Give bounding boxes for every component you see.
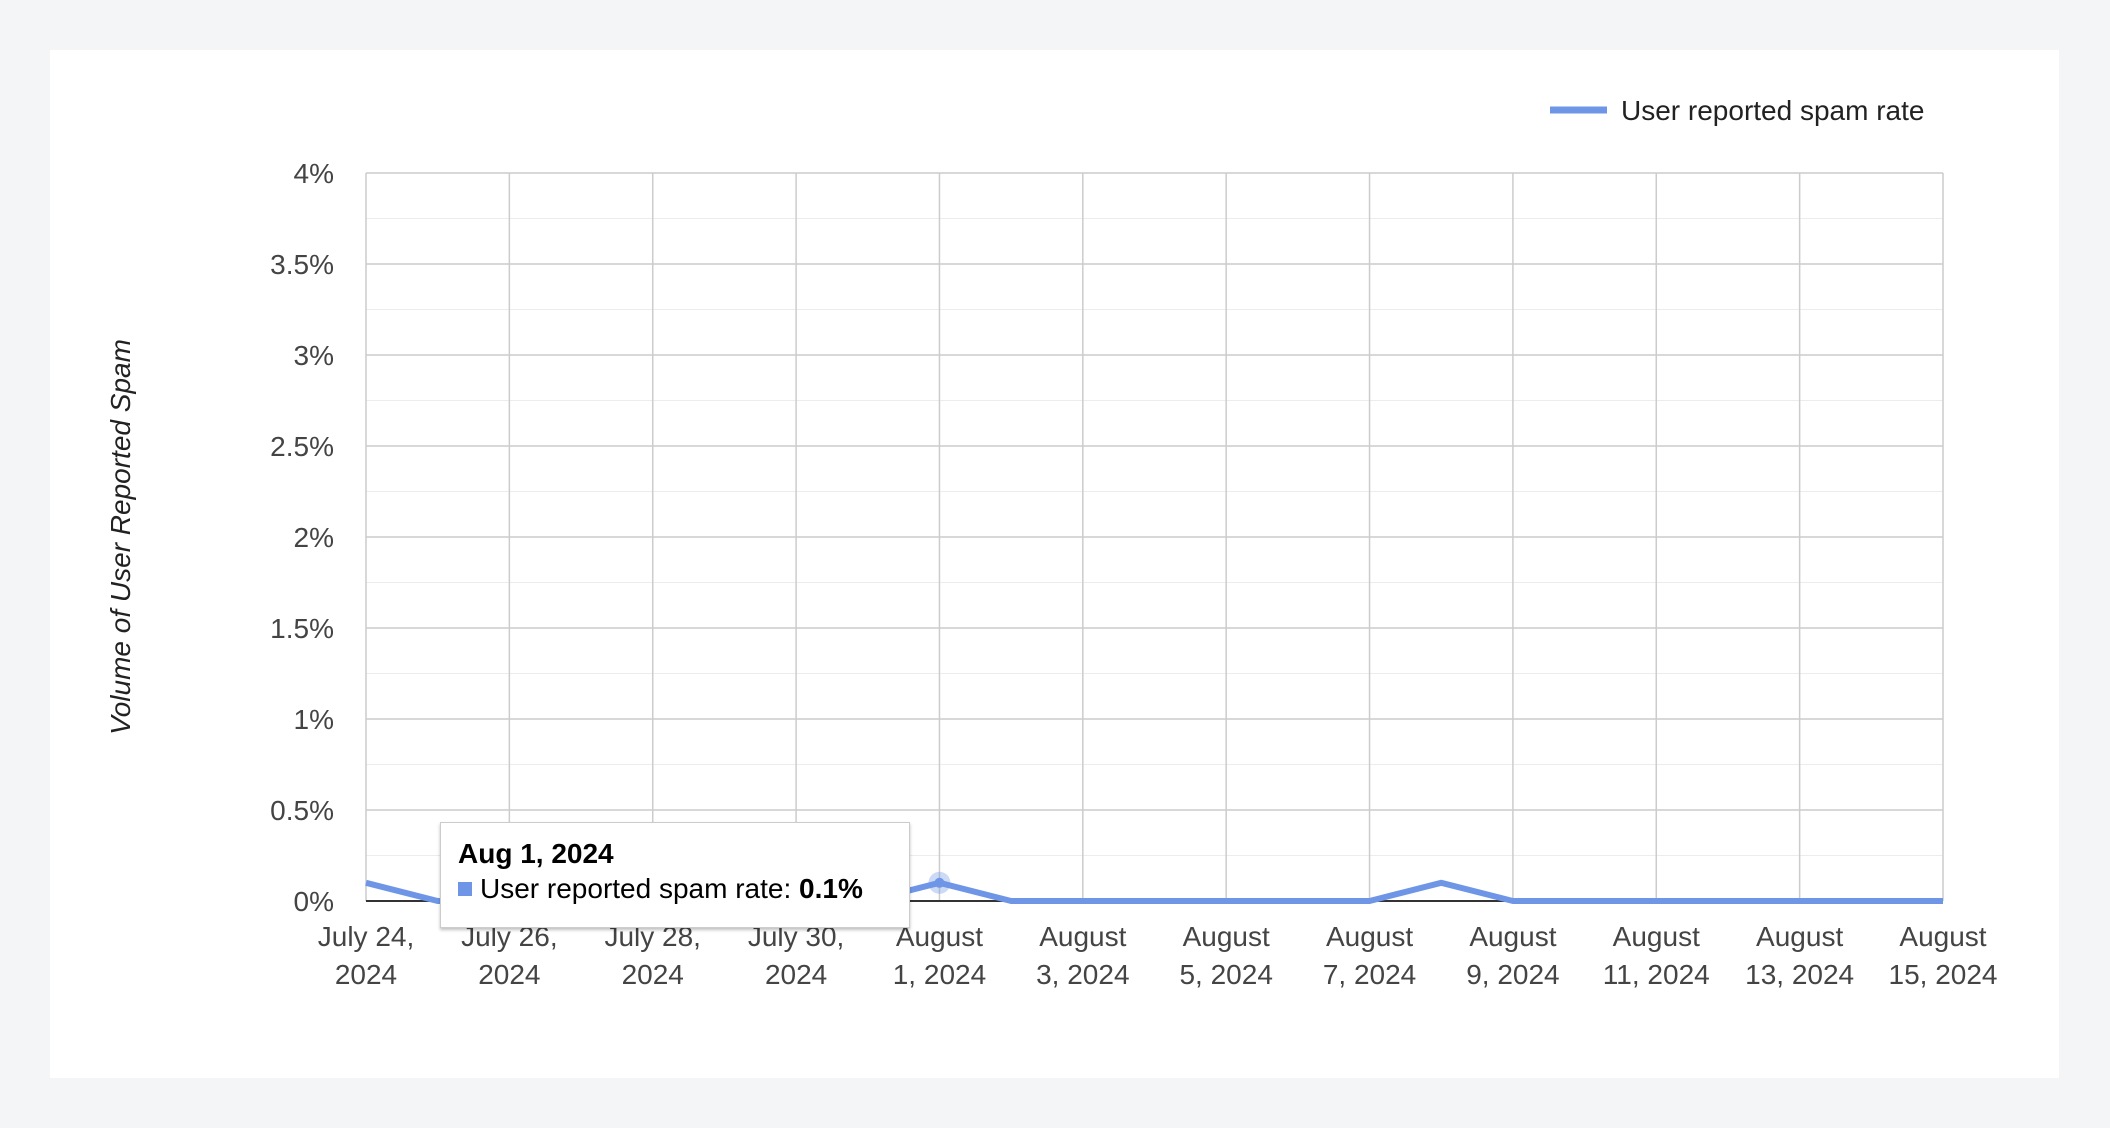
x-tick-label: August 13, 2024 (1745, 921, 1854, 990)
x-tick-label-line1: July 24, (318, 921, 415, 952)
x-tick-label: August 7, 2024 (1323, 921, 1416, 990)
grid (365, 172, 1944, 901)
x-tick-label-line2: 5, 2024 (1179, 959, 1272, 990)
tooltip-title: Aug 1, 2024 (458, 838, 614, 869)
legend-label: User reported spam rate (1621, 95, 1924, 126)
y-axis-title: Volume of User Reported Spam (105, 339, 136, 735)
spam-rate-line-chart: 0%0.5%1%1.5%2%2.5%3%3.5%4%July 24, 2024Ju… (105, 95, 1998, 990)
x-tick-label-line2: 1, 2024 (893, 959, 986, 990)
x-tick-label: August 11, 2024 (1603, 921, 1710, 990)
y-tick-label: 3.5% (270, 249, 334, 280)
x-tick-label-line1: August (1183, 921, 1270, 952)
x-tick-label-line2: 15, 2024 (1889, 959, 1998, 990)
x-tick-label-line2: 7, 2024 (1323, 959, 1416, 990)
legend: User reported spam rate (1550, 95, 1924, 126)
x-tick-label-line2: 2024 (765, 959, 827, 990)
y-tick-label: 0% (294, 886, 334, 917)
chart-card: 0% 0.5% 1% 1.5% 2% 2.5% 3% 3.5% 4% July 24, 2024 Ju… (50, 50, 2059, 1078)
chart-tooltip: Aug 1, 2024 User reported spam rate: 0.1… (440, 822, 910, 928)
axes: 0%0.5%1%1.5%2%2.5%3%3.5%4%July 24, 2024Ju… (105, 158, 1998, 990)
tooltip-series-value: 0.1% (799, 873, 863, 904)
y-tick-label: 2.5% (270, 431, 334, 462)
x-tick-label-line1: August (1899, 921, 1986, 952)
y-tick-label: 3% (294, 340, 334, 371)
highlight-point (934, 877, 945, 888)
y-tick-label: 4% (294, 158, 334, 189)
x-tick-label-line2: 11, 2024 (1603, 959, 1710, 990)
x-tick-label-line1: August (1039, 921, 1126, 952)
x-tick-label: August 9, 2024 (1466, 921, 1559, 990)
x-tick-label: August 5, 2024 (1179, 921, 1272, 990)
y-tick-label: 1% (294, 704, 334, 735)
tooltip-series-swatch (458, 882, 472, 896)
x-tick-label: July 24, 2024 (318, 921, 415, 990)
x-tick-label: July 28, 2024 (604, 921, 701, 990)
x-tick-label: July 30, 2024 (748, 921, 845, 990)
x-tick-label: July 26, 2024 (461, 921, 558, 990)
x-tick-label-line2: 3, 2024 (1036, 959, 1129, 990)
x-tick-label-line2: 2024 (478, 959, 540, 990)
y-tick-label: 2% (294, 522, 334, 553)
x-tick-label-line1: August (1756, 921, 1843, 952)
tooltip-series-label: User reported spam rate: (480, 873, 800, 904)
tooltip-row: User reported spam rate: 0.1% (458, 871, 909, 907)
y-tick-label: 1.5% (270, 613, 334, 644)
x-tick-label: August 15, 2024 (1889, 921, 1998, 990)
x-tick-label: August 3, 2024 (1036, 921, 1129, 990)
y-tick-label: 0.5% (270, 795, 334, 826)
x-tick-label-line1: August (1613, 921, 1700, 952)
x-tick-label-line1: August (1469, 921, 1556, 952)
x-tick-label: August 1, 2024 (893, 921, 986, 990)
x-tick-label-line2: 2024 (335, 959, 397, 990)
x-tick-label-line2: 9, 2024 (1466, 959, 1559, 990)
x-tick-label-line2: 2024 (622, 959, 684, 990)
x-tick-label-line2: 13, 2024 (1745, 959, 1854, 990)
x-tick-label-line1: August (1326, 921, 1413, 952)
